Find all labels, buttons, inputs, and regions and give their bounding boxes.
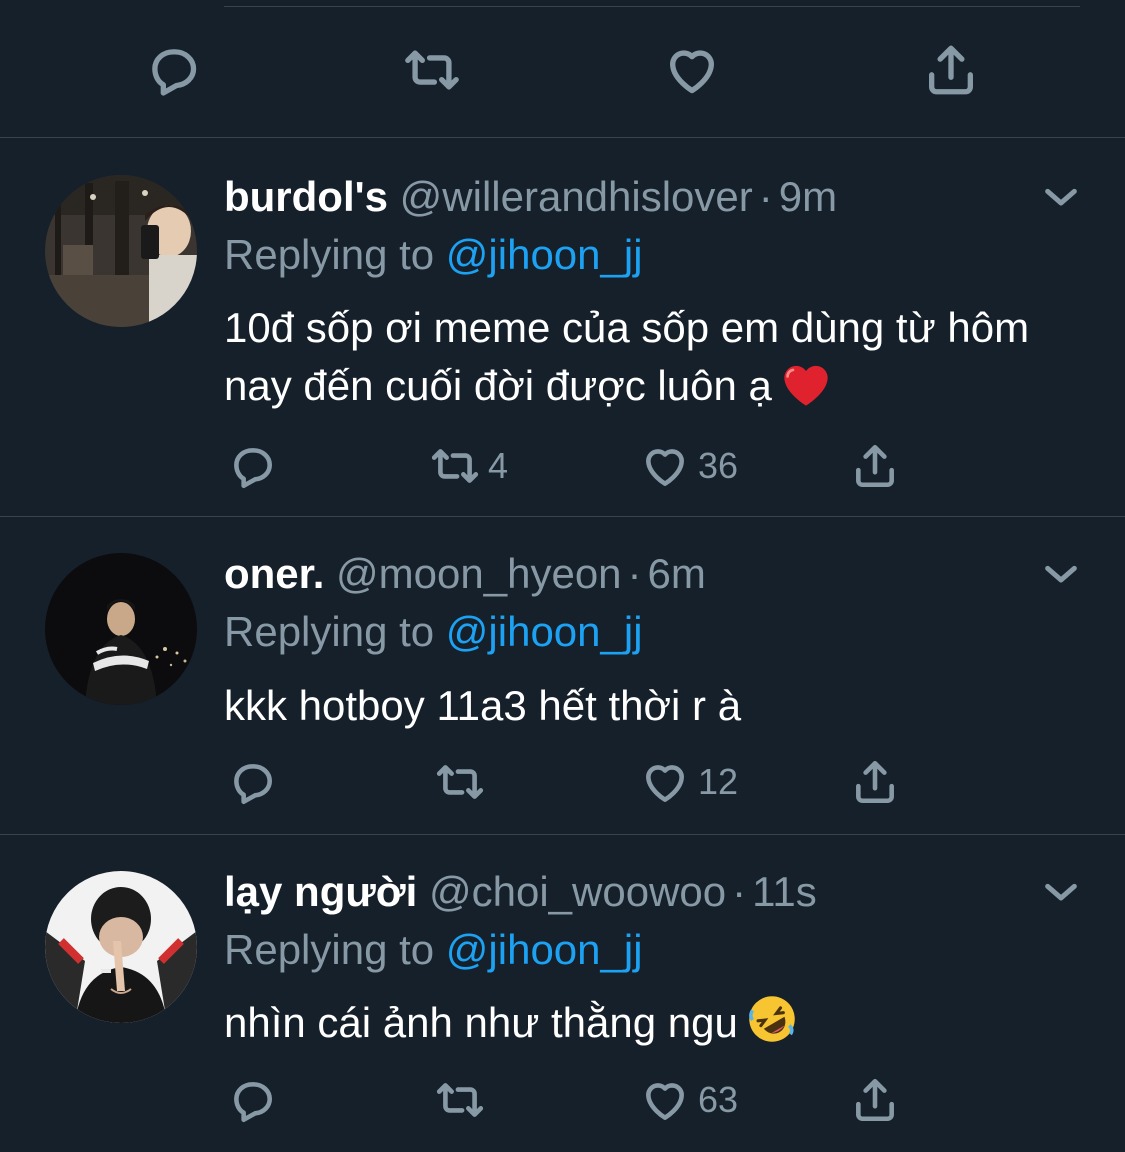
- more-options-button[interactable]: [1041, 178, 1081, 218]
- gym-selfie-avatar-image: [45, 175, 197, 327]
- timestamp[interactable]: 11s: [752, 868, 817, 915]
- like-icon: [670, 50, 714, 94]
- like-count: 12: [698, 761, 739, 802]
- like-icon: [646, 765, 684, 802]
- separator-dot: ·: [627, 550, 642, 597]
- separator-dot: ·: [732, 868, 747, 915]
- tweet-header: oner. @moon_hyeon · 6m: [224, 549, 706, 599]
- share-button[interactable]: [921, 40, 981, 100]
- like-button[interactable]: 63: [640, 1072, 738, 1128]
- display-name[interactable]: burdol's: [224, 173, 388, 220]
- share-button[interactable]: [850, 1072, 900, 1128]
- more-options-button[interactable]: [1041, 873, 1081, 913]
- reply-icon: [152, 49, 197, 96]
- reply-button[interactable]: [143, 40, 203, 100]
- share-button[interactable]: [850, 754, 900, 810]
- reply-icon: [234, 764, 272, 805]
- avatar[interactable]: [45, 553, 197, 705]
- tweet[interactable]: burdol's @willerandhislover · 9m Replying …: [0, 138, 1125, 517]
- tweet[interactable]: oner. @moon_hyeon · 6m Replying to @jihoon…: [0, 517, 1125, 835]
- tweet-text: kkk hotboy 11a3 hết thời r à: [224, 677, 1054, 735]
- mention-link[interactable]: @jihoon_jj: [446, 231, 643, 278]
- night-portrait-avatar-image: [45, 553, 197, 705]
- avatar[interactable]: [45, 871, 197, 1023]
- reply-icon: [234, 448, 272, 489]
- mention-link[interactable]: @jihoon_jj: [446, 608, 643, 655]
- retweet-icon: [405, 50, 459, 90]
- praying-hands-avatar-image: [45, 871, 197, 1023]
- avatar[interactable]: [45, 175, 197, 327]
- chevron-down-icon: [1045, 188, 1077, 206]
- like-icon: [646, 1083, 684, 1120]
- reply-button[interactable]: [227, 1072, 277, 1128]
- rolling-laughing-emoji: [746, 993, 798, 1060]
- share-button[interactable]: [850, 438, 900, 494]
- retweet-button[interactable]: [435, 1072, 493, 1128]
- mention-link[interactable]: @jihoon_jj: [446, 926, 643, 973]
- share-icon: [929, 45, 973, 95]
- red-heart-emoji: [780, 360, 832, 423]
- like-button[interactable]: 12: [640, 754, 738, 810]
- like-icon: [646, 449, 684, 486]
- replying-to-line: Replying to @jihoon_jj: [224, 925, 643, 975]
- like-count: 36: [698, 445, 739, 486]
- tweet[interactable]: lạy người @choi_woowoo · 11s Replying to @…: [0, 835, 1125, 1152]
- tweet-header: lạy người @choi_woowoo · 11s: [224, 867, 817, 917]
- user-handle[interactable]: @willerandhislover: [400, 173, 753, 220]
- tweet-actions: 4 36: [0, 438, 1125, 494]
- chevron-down-icon: [1045, 883, 1077, 901]
- replying-to-label: Replying to: [224, 608, 435, 655]
- reply-icon: [234, 1082, 272, 1123]
- user-handle[interactable]: @moon_hyeon: [336, 550, 622, 597]
- like-count: 63: [698, 1079, 739, 1120]
- user-handle[interactable]: @choi_woowoo: [429, 868, 726, 915]
- reply-button[interactable]: [227, 754, 277, 810]
- tweet-header: burdol's @willerandhislover · 9m: [224, 172, 837, 222]
- retweet-button[interactable]: 4: [430, 438, 508, 494]
- timestamp[interactable]: 6m: [648, 550, 706, 597]
- replying-to-label: Replying to: [224, 231, 435, 278]
- retweet-icon: [436, 1083, 484, 1117]
- separator-dot: ·: [758, 173, 773, 220]
- tweet-text: nhìn cái ảnh như thằng ngu: [224, 993, 1054, 1060]
- retweet-button[interactable]: [435, 754, 493, 810]
- retweet-icon: [431, 449, 479, 483]
- like-button[interactable]: [662, 40, 722, 100]
- tweet-text: 10đ sốp ơi meme của sốp em dùng từ hôm n…: [224, 299, 1054, 423]
- tweet-text-content: nhìn cái ảnh như thằng ngu: [224, 999, 738, 1046]
- chevron-down-icon: [1045, 565, 1077, 583]
- share-icon: [856, 444, 894, 488]
- tweet-text-content: kkk hotboy 11a3 hết thời r à: [224, 682, 742, 729]
- replying-to-line: Replying to @jihoon_jj: [224, 607, 643, 657]
- tweet-actions: 63: [0, 1072, 1125, 1128]
- display-name[interactable]: oner.: [224, 550, 324, 597]
- like-button[interactable]: 36: [640, 438, 738, 494]
- replying-to-label: Replying to: [224, 926, 435, 973]
- share-icon: [856, 1078, 894, 1122]
- more-options-button[interactable]: [1041, 555, 1081, 595]
- tweet-text-content: 10đ sốp ơi meme của sốp em dùng từ hôm n…: [224, 304, 1030, 409]
- reply-button[interactable]: [227, 438, 277, 494]
- share-icon: [856, 760, 894, 804]
- tweet-actions: 12: [0, 754, 1125, 810]
- display-name[interactable]: lạy người: [224, 868, 417, 915]
- retweet-icon: [436, 765, 484, 799]
- timestamp[interactable]: 9m: [779, 173, 837, 220]
- replying-to-line: Replying to @jihoon_jj: [224, 230, 643, 280]
- retweet-button[interactable]: [402, 40, 462, 100]
- retweet-count: 4: [488, 445, 509, 486]
- previous-tweet-actions: [0, 0, 1125, 138]
